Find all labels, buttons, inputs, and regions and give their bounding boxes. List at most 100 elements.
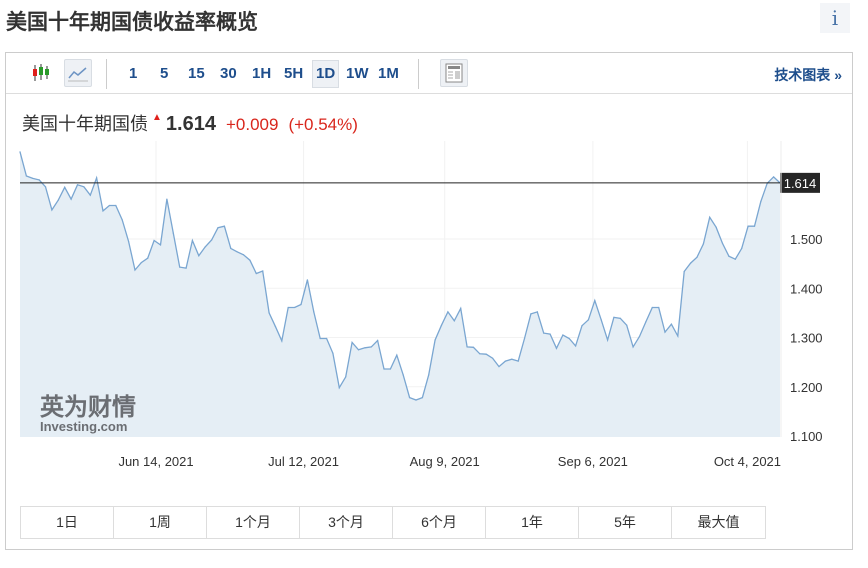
data-point xyxy=(44,186,47,188)
data-point xyxy=(504,360,506,362)
x-tick-label: Jun 14, 2021 xyxy=(118,454,193,469)
data-point xyxy=(19,151,21,153)
data-point xyxy=(555,347,558,349)
range-button-1[interactable]: 1周 xyxy=(114,507,207,538)
data-point xyxy=(121,219,123,221)
data-point xyxy=(377,339,379,342)
info-icon[interactable]: i xyxy=(820,3,850,33)
data-point xyxy=(453,320,455,322)
data-point xyxy=(249,259,251,261)
data-point xyxy=(383,368,385,370)
data-point xyxy=(702,243,704,245)
data-point xyxy=(57,199,59,201)
watermark-logo: 英为财情 xyxy=(40,393,136,421)
y-tick-label: 1.300 xyxy=(790,331,823,346)
data-point xyxy=(466,346,468,348)
data-point xyxy=(319,337,321,340)
data-point xyxy=(25,175,27,177)
data-point xyxy=(159,244,162,246)
data-point xyxy=(670,323,673,325)
data-point xyxy=(568,337,570,340)
data-point xyxy=(210,239,213,241)
data-point xyxy=(255,272,257,275)
data-point xyxy=(626,324,628,326)
data-point xyxy=(530,313,532,315)
data-point xyxy=(191,239,194,242)
data-point xyxy=(485,353,487,355)
data-point xyxy=(632,346,634,348)
yield-chart[interactable]: 1.100 1.200 1.300 1.400 1.500 Jun 14, 2021 Jul… xyxy=(6,53,852,473)
data-point xyxy=(223,225,225,227)
data-point xyxy=(472,346,475,348)
data-point xyxy=(313,311,315,313)
data-point xyxy=(370,346,372,348)
range-button-6[interactable]: 5年 xyxy=(579,507,672,538)
data-point xyxy=(760,200,762,203)
data-point xyxy=(773,176,775,178)
data-point xyxy=(581,325,583,327)
data-point xyxy=(351,341,353,344)
data-point xyxy=(262,270,264,272)
range-button-7[interactable]: 最大值 xyxy=(672,507,765,538)
y-tick-label: 1.400 xyxy=(790,281,823,296)
data-point xyxy=(204,246,206,248)
data-point xyxy=(536,311,538,313)
data-point xyxy=(89,194,91,196)
data-point xyxy=(511,358,513,360)
data-point xyxy=(498,365,500,368)
data-point xyxy=(325,337,328,340)
data-point xyxy=(606,339,609,341)
page-title: 美国十年期国债收益率概览 xyxy=(6,11,258,34)
y-tick-label: 1.100 xyxy=(790,429,823,444)
data-point xyxy=(715,226,717,228)
data-point xyxy=(479,353,481,355)
data-point xyxy=(645,321,647,323)
data-point xyxy=(332,352,334,354)
data-point xyxy=(440,324,443,326)
data-point xyxy=(38,179,40,181)
chart-panel: 1 5 15 30 1H 5H 1D 1W 1M 技术图表 » 美国十年期国债 ▲… xyxy=(5,52,853,550)
range-button-4[interactable]: 6个月 xyxy=(393,507,486,538)
data-point xyxy=(396,354,398,356)
data-point xyxy=(696,256,698,258)
data-point xyxy=(683,270,685,273)
x-tick-label: Sep 6, 2021 xyxy=(558,454,628,469)
data-point xyxy=(549,333,551,335)
data-point xyxy=(166,198,168,200)
data-point xyxy=(357,349,360,351)
x-tick-label: Jul 12, 2021 xyxy=(268,454,339,469)
data-point xyxy=(600,319,602,321)
data-point xyxy=(562,334,564,336)
data-point xyxy=(102,210,104,212)
range-button-0[interactable]: 1日 xyxy=(21,507,114,538)
data-point xyxy=(389,368,392,370)
data-point xyxy=(619,317,621,319)
data-point xyxy=(651,306,653,309)
data-point xyxy=(96,177,98,179)
range-button-3[interactable]: 3个月 xyxy=(300,507,393,538)
data-point xyxy=(428,374,430,376)
data-point xyxy=(587,319,590,321)
data-point xyxy=(76,184,79,186)
current-price-label: 1.614 xyxy=(784,176,817,191)
y-tick-label: 1.500 xyxy=(790,232,823,247)
data-point xyxy=(523,337,526,340)
range-button-5[interactable]: 1年 xyxy=(486,507,579,538)
range-button-2[interactable]: 1个月 xyxy=(207,507,300,538)
data-point xyxy=(172,232,174,234)
data-point xyxy=(747,225,749,227)
data-point xyxy=(728,255,730,257)
data-point xyxy=(613,316,615,318)
data-point xyxy=(70,198,72,200)
data-point xyxy=(198,255,200,257)
x-tick-label: Oct 4, 2021 xyxy=(714,454,781,469)
data-point xyxy=(217,227,219,229)
data-point xyxy=(230,247,232,249)
watermark-site: Investing.com xyxy=(40,419,127,434)
data-point xyxy=(140,262,142,264)
data-point xyxy=(115,204,117,207)
data-point xyxy=(447,311,449,313)
data-point xyxy=(153,239,155,242)
data-point xyxy=(594,299,596,302)
data-point xyxy=(421,396,423,399)
